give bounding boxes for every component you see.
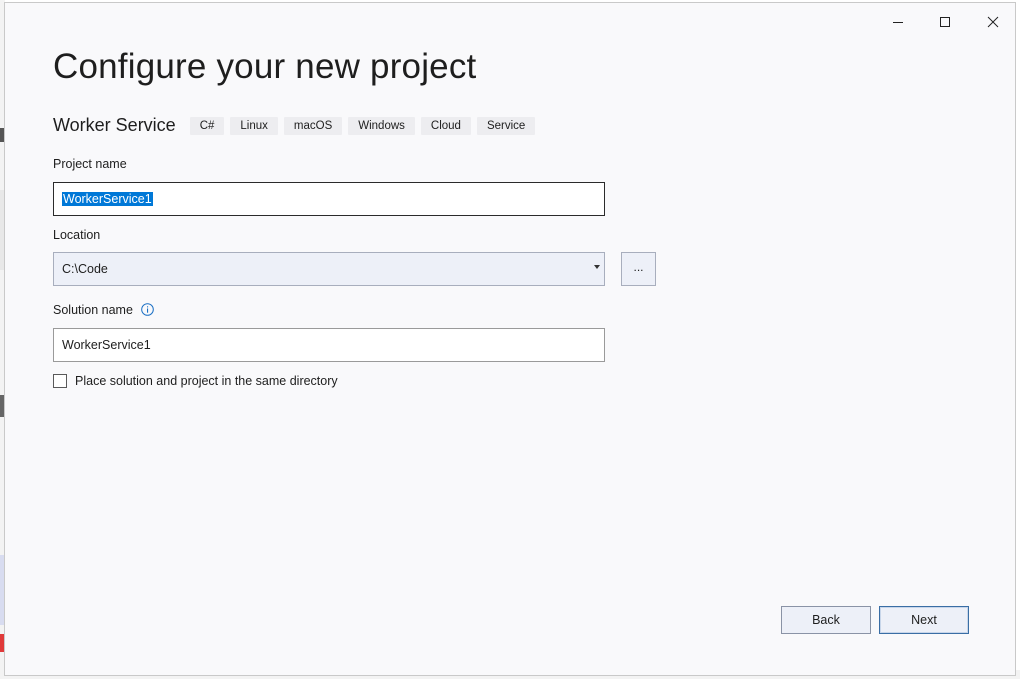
next-button[interactable]: Next — [879, 606, 969, 634]
chevron-down-icon[interactable] — [594, 265, 600, 269]
info-icon[interactable] — [141, 303, 155, 316]
location-label: Location — [53, 228, 101, 242]
tag-csharp: C# — [189, 116, 225, 135]
template-header: Worker Service C# Linux macOS Windows Cl… — [53, 115, 541, 136]
tag-service: Service — [476, 116, 536, 135]
maximize-button[interactable] — [923, 7, 967, 37]
tag-linux: Linux — [230, 116, 278, 135]
solution-name-label-row: Solution name — [53, 303, 155, 317]
configure-project-dialog: Configure your new project Worker Servic… — [4, 2, 1016, 676]
minimize-button[interactable] — [876, 7, 920, 37]
same-directory-label: Place solution and project in the same d… — [75, 374, 338, 388]
tag-windows: Windows — [348, 116, 415, 135]
back-button[interactable]: Back — [781, 606, 871, 634]
tag-macos: macOS — [283, 116, 343, 135]
solution-name-value: WorkerService1 — [62, 338, 151, 352]
project-name-label: Project name — [53, 157, 127, 171]
same-directory-option[interactable]: Place solution and project in the same d… — [53, 374, 338, 388]
browse-button[interactable]: ... — [621, 252, 656, 286]
close-icon — [987, 16, 999, 28]
maximize-icon — [940, 17, 950, 27]
project-name-value: WorkerService1 — [62, 192, 153, 206]
location-combobox[interactable]: C:\Code — [53, 252, 605, 286]
location-value: C:\Code — [62, 262, 108, 276]
tag-cloud: Cloud — [420, 116, 471, 135]
page-title: Configure your new project — [53, 47, 477, 86]
close-button[interactable] — [971, 7, 1015, 37]
solution-name-input[interactable]: WorkerService1 — [53, 328, 605, 362]
project-name-input[interactable]: WorkerService1 — [53, 182, 605, 216]
template-name: Worker Service — [53, 115, 176, 135]
solution-name-label: Solution name — [53, 303, 133, 317]
same-directory-checkbox[interactable] — [53, 374, 67, 388]
minimize-icon — [893, 22, 903, 23]
